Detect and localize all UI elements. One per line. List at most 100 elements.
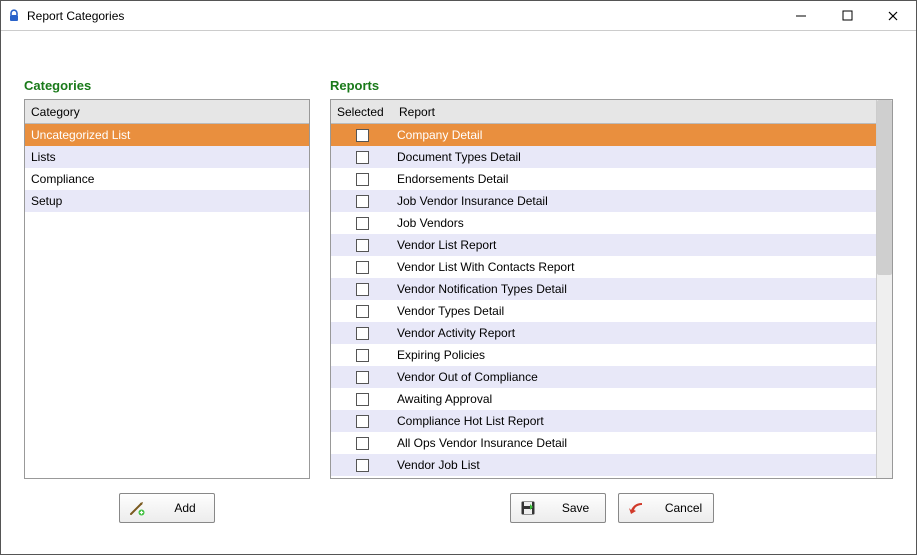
- report-selected-cell: [331, 173, 393, 186]
- report-name: Vendor Job List: [393, 458, 876, 472]
- window-title: Report Categories: [27, 9, 124, 23]
- category-name: Compliance: [25, 172, 309, 186]
- categories-title: Categories: [24, 78, 310, 93]
- report-name: Vendor List With Contacts Report: [393, 260, 876, 274]
- report-name: Compliance Hot List Report: [393, 414, 876, 428]
- categories-rows: Uncategorized List Lists Compliance Setup: [25, 124, 309, 478]
- report-name: Vendor Activity Report: [393, 326, 876, 340]
- report-checkbox[interactable]: [356, 437, 369, 450]
- report-selected-cell: [331, 305, 393, 318]
- report-checkbox[interactable]: [356, 459, 369, 472]
- add-button[interactable]: Add: [119, 493, 215, 523]
- category-row[interactable]: Lists: [25, 146, 309, 168]
- report-selected-cell: [331, 327, 393, 340]
- reports-rows: Company Detail Document Types Detail Endor…: [331, 124, 876, 478]
- report-checkbox[interactable]: [356, 393, 369, 406]
- add-icon: [128, 500, 146, 516]
- minimize-button[interactable]: [778, 1, 824, 30]
- reports-title: Reports: [330, 78, 893, 93]
- report-selected-cell: [331, 415, 393, 428]
- report-selected-cell: [331, 151, 393, 164]
- report-selected-cell: [331, 349, 393, 362]
- category-row[interactable]: Setup: [25, 190, 309, 212]
- report-checkbox[interactable]: [356, 415, 369, 428]
- categories-header: Category: [25, 100, 309, 124]
- report-name: Vendor Out of Compliance: [393, 370, 876, 384]
- report-checkbox[interactable]: [356, 305, 369, 318]
- report-checkbox[interactable]: [356, 217, 369, 230]
- report-name: Endorsements Detail: [393, 172, 876, 186]
- report-name: All Ops Vendor Insurance Detail: [393, 436, 876, 450]
- cancel-button[interactable]: Cancel: [618, 493, 714, 523]
- report-name: Awaiting Approval: [393, 392, 876, 406]
- report-name: Expiring Policies: [393, 348, 876, 362]
- window: Report Categories Categories Category: [0, 0, 917, 555]
- category-header-label: Category: [25, 105, 80, 119]
- category-name: Lists: [25, 150, 309, 164]
- save-button-label: Save: [555, 501, 597, 515]
- report-row[interactable]: Vendor Notification Types Detail: [331, 278, 876, 300]
- report-checkbox[interactable]: [356, 261, 369, 274]
- report-selected-cell: [331, 437, 393, 450]
- report-selected-cell: [331, 239, 393, 252]
- report-row[interactable]: Document Types Detail: [331, 146, 876, 168]
- report-row[interactable]: Endorsements Detail: [331, 168, 876, 190]
- close-button[interactable]: [870, 1, 916, 30]
- report-selected-cell: [331, 261, 393, 274]
- titlebar: Report Categories: [1, 1, 916, 31]
- reports-scrollbar[interactable]: [876, 100, 892, 478]
- report-name: Vendor Notification Types Detail: [393, 282, 876, 296]
- report-selected-cell: [331, 217, 393, 230]
- report-row[interactable]: Vendor Activity Report: [331, 322, 876, 344]
- selected-header-label: Selected: [331, 105, 393, 119]
- report-checkbox[interactable]: [356, 239, 369, 252]
- cancel-button-label: Cancel: [663, 501, 705, 515]
- cancel-icon: [627, 500, 645, 516]
- category-name: Setup: [25, 194, 309, 208]
- report-checkbox[interactable]: [356, 173, 369, 186]
- report-checkbox[interactable]: [356, 195, 369, 208]
- reports-scrollbar-thumb[interactable]: [877, 100, 892, 275]
- report-selected-cell: [331, 129, 393, 142]
- report-row[interactable]: Vendor Types Detail: [331, 300, 876, 322]
- save-button[interactable]: Save: [510, 493, 606, 523]
- categories-grid: Category Uncategorized List Lists Complian…: [24, 99, 310, 479]
- report-checkbox[interactable]: [356, 283, 369, 296]
- lock-icon: [7, 9, 21, 23]
- report-row[interactable]: All Ops Vendor Insurance Detail: [331, 432, 876, 454]
- report-row[interactable]: Vendor List Report: [331, 234, 876, 256]
- category-row[interactable]: Uncategorized List: [25, 124, 309, 146]
- category-row[interactable]: Compliance: [25, 168, 309, 190]
- report-selected-cell: [331, 459, 393, 472]
- report-name: Vendor Types Detail: [393, 304, 876, 318]
- add-button-label: Add: [164, 501, 206, 515]
- report-row[interactable]: Job Vendor Insurance Detail: [331, 190, 876, 212]
- report-header-label: Report: [393, 105, 892, 119]
- report-checkbox[interactable]: [356, 327, 369, 340]
- report-checkbox[interactable]: [356, 371, 369, 384]
- report-row[interactable]: Vendor List With Contacts Report: [331, 256, 876, 278]
- report-name: Job Vendors: [393, 216, 876, 230]
- report-checkbox[interactable]: [356, 349, 369, 362]
- report-name: Document Types Detail: [393, 150, 876, 164]
- report-row[interactable]: Company Detail: [331, 124, 876, 146]
- report-row[interactable]: Vendor Out of Compliance: [331, 366, 876, 388]
- reports-header: Selected Report: [331, 100, 892, 124]
- report-row[interactable]: Job Vendors: [331, 212, 876, 234]
- report-row[interactable]: Expiring Policies: [331, 344, 876, 366]
- report-selected-cell: [331, 195, 393, 208]
- reports-grid: Selected Report Company Detail Document T…: [330, 99, 893, 479]
- maximize-button[interactable]: [824, 1, 870, 30]
- report-name: Vendor List Report: [393, 238, 876, 252]
- save-icon: [519, 500, 537, 516]
- report-name: Job Vendor Insurance Detail: [393, 194, 876, 208]
- window-controls: [778, 1, 916, 30]
- report-row[interactable]: Awaiting Approval: [331, 388, 876, 410]
- report-name: Company Detail: [393, 128, 876, 142]
- report-checkbox[interactable]: [356, 129, 369, 142]
- report-checkbox[interactable]: [356, 151, 369, 164]
- report-row[interactable]: Vendor Job List: [331, 454, 876, 476]
- report-selected-cell: [331, 393, 393, 406]
- report-selected-cell: [331, 283, 393, 296]
- report-row[interactable]: Compliance Hot List Report: [331, 410, 876, 432]
